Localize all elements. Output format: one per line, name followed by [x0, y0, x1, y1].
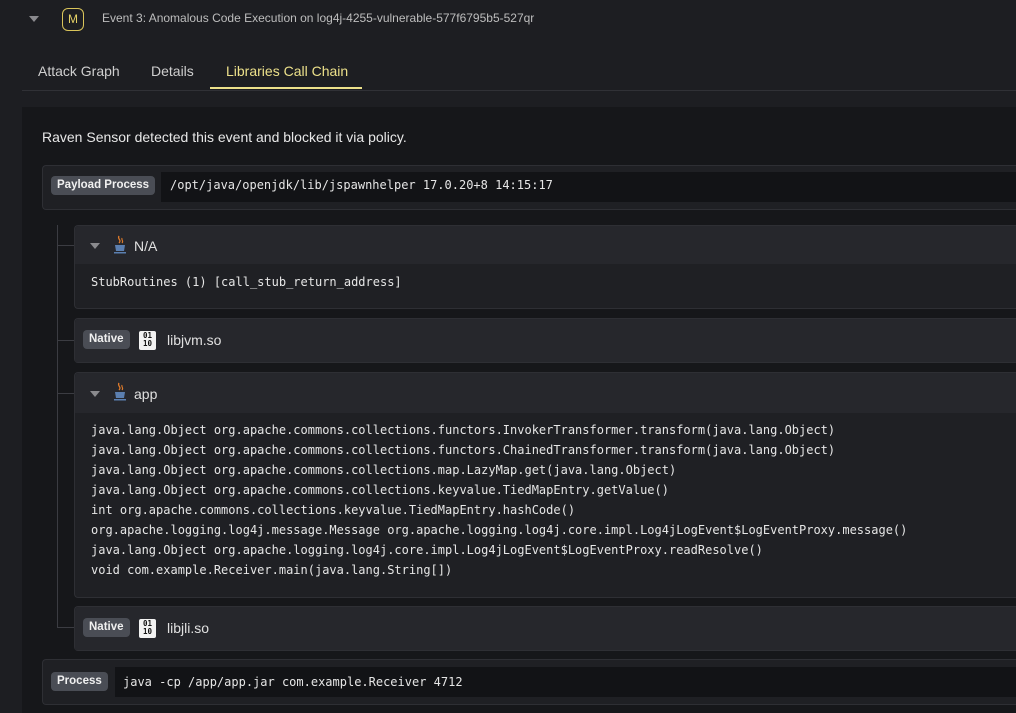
library-block-libjli[interactable] [74, 606, 1016, 651]
library-block-header[interactable] [75, 226, 1016, 264]
tab-attack-graph[interactable]: Attack Graph [38, 63, 120, 79]
tree-connector [57, 225, 58, 627]
stack-frame: java.lang.Object org.apache.commons.coll… [91, 423, 836, 437]
tab-libraries-call-chain[interactable]: Libraries Call Chain [226, 63, 348, 79]
library-label-libjli: libjli.so [167, 620, 210, 636]
payload-process-command: /opt/java/openjdk/lib/jspawnhelper 17.0.… [170, 178, 553, 192]
tab-bar: Attack Graph Details Libraries Call Chai… [22, 56, 1016, 91]
policy-notice: Raven Sensor detected this event and blo… [42, 129, 407, 145]
stack-frame: void com.example.Receiver.main(java.lang… [91, 563, 453, 577]
library-block-header[interactable] [75, 373, 1016, 413]
event-header[interactable]: M Event 3: Anomalous Code Execution on l… [0, 0, 1016, 40]
stack-frame: java.lang.Object org.apache.commons.coll… [91, 463, 677, 477]
library-block-na [74, 225, 1016, 309]
binary-file-icon: 01 10 [139, 331, 156, 350]
payload-process-badge: Payload Process [51, 176, 156, 195]
process-command: java -cp /app/app.jar com.example.Receiv… [123, 675, 463, 689]
binary-file-icon: 01 10 [139, 619, 156, 638]
event-title: Event 3: Anomalous Code Execution on log… [102, 11, 535, 25]
java-icon [114, 382, 126, 401]
chevron-down-icon[interactable] [90, 391, 100, 397]
library-block-header [75, 607, 1016, 650]
stack-frame: StubRoutines (1) [call_stub_return_addre… [91, 275, 402, 289]
tree-branch [57, 340, 74, 341]
stack-frame: java.lang.Object org.apache.commons.coll… [91, 443, 836, 457]
chevron-down-icon[interactable] [90, 243, 100, 249]
native-badge: Native [83, 330, 130, 349]
tree-branch [57, 245, 74, 246]
tree-branch [57, 627, 74, 628]
severity-badge: M [62, 8, 84, 31]
active-tab-indicator [210, 87, 362, 89]
native-badge: Native [83, 618, 130, 637]
library-label-na: N/A [134, 238, 158, 254]
stack-frame: java.lang.Object org.apache.commons.coll… [91, 483, 669, 497]
java-icon [114, 235, 126, 254]
stack-frame: int org.apache.commons.collections.keyva… [91, 503, 576, 517]
tree-branch [57, 393, 74, 394]
process-badge: Process [51, 672, 108, 691]
tab-details[interactable]: Details [151, 63, 194, 79]
stack-frame: java.lang.Object org.apache.logging.log4… [91, 543, 763, 557]
library-label-libjvm: libjvm.so [167, 332, 222, 348]
library-label-app: app [134, 386, 158, 402]
stack-frame: org.apache.logging.log4j.message.Message… [91, 523, 908, 537]
chevron-down-icon[interactable] [29, 16, 39, 22]
